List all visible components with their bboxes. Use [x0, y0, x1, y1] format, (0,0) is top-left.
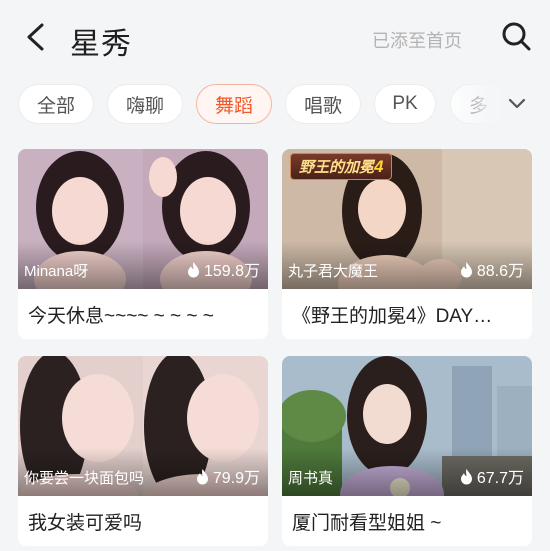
fire-icon: [460, 468, 472, 484]
streamer-name: 周书真: [288, 470, 334, 487]
tab-singing[interactable]: 唱歌: [285, 84, 361, 124]
fire-icon: [187, 261, 199, 277]
view-count: 79.9万: [195, 464, 260, 488]
category-tabs: 全部 嗨聊 舞蹈 唱歌 PK 多: [0, 80, 550, 128]
live-card[interactable]: 周书真 67.7万 厦门耐看型姐姐 ~: [282, 356, 532, 546]
live-thumbnail: Minana呀 159.8万: [18, 149, 268, 289]
chevron-left-icon[interactable]: [22, 22, 50, 52]
search-icon[interactable]: [500, 20, 532, 52]
top-bar: 星秀 已添至首页: [0, 0, 550, 72]
live-title: 厦门耐看型姐姐 ~: [292, 513, 442, 534]
view-count: 67.7万: [459, 464, 524, 488]
live-thumbnail: 野王的加冕4 丸子君大魔王 88.6万: [282, 149, 532, 289]
fire-icon: [196, 468, 208, 484]
view-count: 88.6万: [459, 257, 524, 281]
streamer-name: 你要尝一块面包吗: [24, 470, 145, 487]
event-badge: 野王的加冕4: [290, 153, 393, 180]
view-count: 159.8万: [186, 257, 260, 281]
streamer-name: 丸子君大魔王: [288, 263, 379, 280]
tab-pk[interactable]: PK: [374, 84, 436, 124]
live-thumbnail: 你要尝一块面包吗 79.9万: [18, 356, 268, 496]
page-title: 星秀: [70, 28, 132, 61]
tab-dance[interactable]: 舞蹈: [196, 84, 272, 124]
tab-chat[interactable]: 嗨聊: [107, 84, 183, 124]
tab-all[interactable]: 全部: [18, 84, 94, 124]
streamer-name: Minana呀: [24, 263, 89, 280]
live-card[interactable]: Minana呀 159.8万 今天休息~~~~ ~ ~ ~ ~: [18, 149, 268, 339]
live-thumbnail: 周书真 67.7万: [282, 356, 532, 496]
fire-icon: [460, 261, 472, 277]
live-title: 我女装可爱吗: [28, 513, 143, 534]
live-card[interactable]: 你要尝一块面包吗 79.9万 我女装可爱吗: [18, 356, 268, 546]
live-title: 今天休息~~~~ ~ ~ ~ ~: [28, 306, 214, 327]
live-card[interactable]: 野王的加冕4 丸子君大魔王 88.6万 《野王的加冕4》DAY…: [282, 149, 532, 339]
live-title: 《野王的加冕4》DAY…: [292, 306, 493, 327]
added-to-home-label: 已添至首页: [372, 31, 462, 51]
chevron-down-icon[interactable]: [506, 94, 528, 114]
